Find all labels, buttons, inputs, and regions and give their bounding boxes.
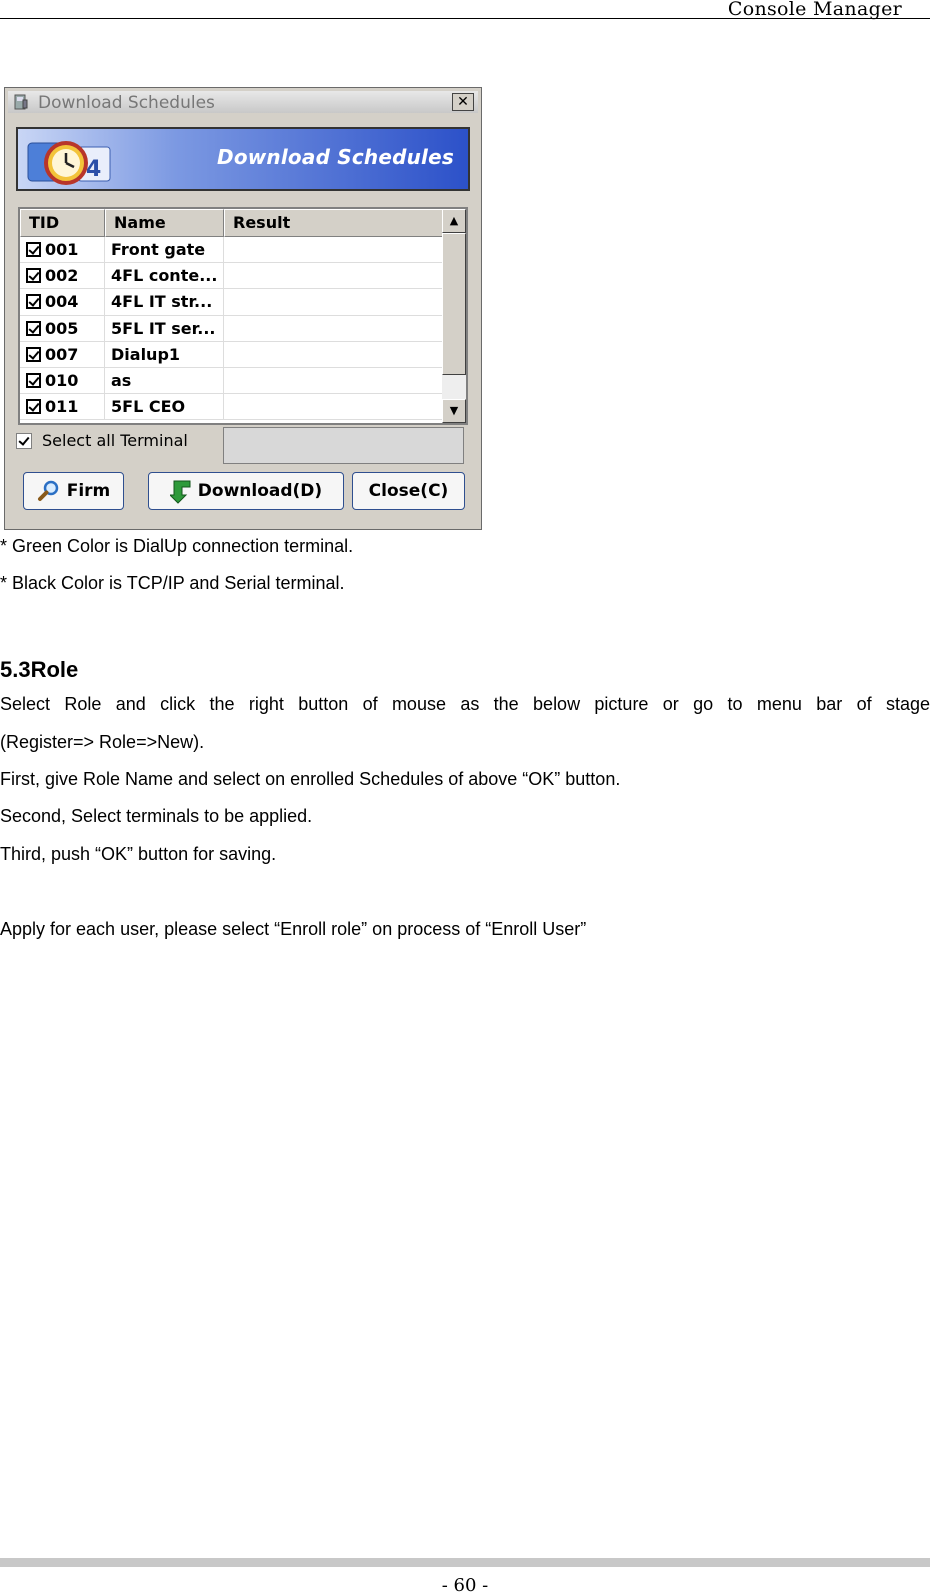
row-result [224, 367, 444, 394]
table-row[interactable]: 010 as [20, 367, 444, 395]
dialog-banner: 4 Download Schedules [16, 127, 470, 191]
running-header-title: Console Manager [727, 0, 902, 20]
row-checkbox[interactable] [26, 320, 41, 336]
download-button[interactable]: Download(D) [148, 472, 344, 510]
apply-note: Apply for each user, please select “Enro… [0, 919, 587, 939]
row-tid: 004 [45, 292, 79, 312]
banner-title: Download Schedules [217, 145, 454, 169]
paragraph-line: (Register=> Role=>New). [0, 732, 205, 752]
list-header: TID Name Result [20, 209, 444, 237]
table-row[interactable]: 011 5FL CEO [20, 394, 444, 421]
vertical-scrollbar[interactable]: ▲ ▼ [442, 209, 466, 423]
row-checkbox[interactable] [26, 373, 41, 389]
firm-button-label: Firm [66, 481, 111, 501]
row-result [224, 315, 444, 341]
section-heading: 5.3Role [0, 657, 79, 682]
header-rule [0, 18, 930, 19]
row-name: 4FL conte... [105, 263, 224, 289]
row-result [224, 394, 444, 420]
table-row[interactable]: 004 4FL IT str... [20, 289, 444, 316]
calendar-clock-icon: 4 [27, 141, 111, 185]
row-checkbox[interactable] [26, 242, 41, 258]
footer-band [0, 1558, 930, 1567]
row-result [224, 289, 444, 315]
note-green-color: * Green Color is DialUp connection termi… [0, 536, 354, 556]
download-schedules-dialog: Download Schedules ✕ 4 Download Schedule… [4, 87, 482, 530]
paragraph-line: Select Role and click the right button o… [0, 694, 930, 714]
table-row[interactable]: 005 5FL IT ser... [20, 315, 444, 342]
list-rows: 001 Front gate 002 4FL conte... 004 4FL … [20, 237, 444, 421]
row-checkbox[interactable] [26, 268, 41, 284]
select-all-terminal-checkbox[interactable]: Select all Terminal [16, 431, 188, 450]
dialog-titlebar[interactable]: Download Schedules ✕ [8, 91, 478, 113]
row-tid: 002 [45, 266, 79, 286]
paragraph-line: Third, push “OK” button for saving. [0, 844, 277, 864]
select-all-checkbox-box[interactable] [16, 432, 32, 449]
status-field [223, 427, 464, 464]
row-result [224, 237, 444, 263]
row-name: Dialup1 [105, 341, 224, 367]
table-row[interactable]: 007 Dialup1 [20, 341, 444, 368]
svg-text:4: 4 [86, 157, 101, 182]
paragraph-line: Second, Select terminals to be applied. [0, 806, 313, 826]
row-name: 5FL CEO [105, 394, 224, 420]
column-header-name[interactable]: Name [105, 209, 224, 237]
row-tid: 001 [45, 240, 79, 260]
row-tid: 011 [45, 397, 79, 417]
magnifier-icon [37, 480, 58, 501]
scroll-down-icon[interactable]: ▼ [442, 399, 466, 423]
page-number: - 60 - [441, 1575, 489, 1596]
row-tid: 007 [45, 344, 79, 364]
scroll-up-icon[interactable]: ▲ [442, 209, 466, 233]
paragraph-line: First, give Role Name and select on enro… [0, 769, 621, 789]
row-checkbox[interactable] [26, 294, 41, 310]
row-name: 5FL IT ser... [105, 315, 224, 341]
column-header-tid[interactable]: TID [20, 209, 105, 237]
select-all-label: Select all Terminal [42, 431, 188, 450]
note-black-color: * Black Color is TCP/IP and Serial termi… [0, 573, 345, 593]
row-name: as [105, 367, 224, 394]
application-icon [14, 94, 28, 110]
row-checkbox[interactable] [26, 399, 41, 415]
row-result [224, 341, 444, 367]
row-result [224, 263, 444, 289]
row-tid: 005 [45, 318, 79, 338]
close-button-label: Close(C) [368, 481, 449, 501]
terminal-list[interactable]: TID Name Result 001 Front gate 002 4FL c… [18, 207, 468, 425]
close-window-button[interactable]: ✕ [452, 93, 474, 111]
row-name: Front gate [105, 237, 224, 263]
column-header-result[interactable]: Result [224, 209, 444, 237]
table-row[interactable]: 002 4FL conte... [20, 263, 444, 290]
row-tid: 010 [45, 371, 79, 391]
dialog-title: Download Schedules [38, 93, 215, 113]
scroll-thumb[interactable] [442, 233, 466, 375]
close-button[interactable]: Close(C) [352, 472, 465, 510]
table-row[interactable]: 001 Front gate [20, 237, 444, 264]
row-checkbox[interactable] [26, 346, 41, 362]
firm-button[interactable]: Firm [23, 472, 124, 510]
green-arrow-icon [169, 480, 191, 504]
download-button-label: Download(D) [197, 481, 323, 501]
row-name: 4FL IT str... [105, 289, 224, 315]
